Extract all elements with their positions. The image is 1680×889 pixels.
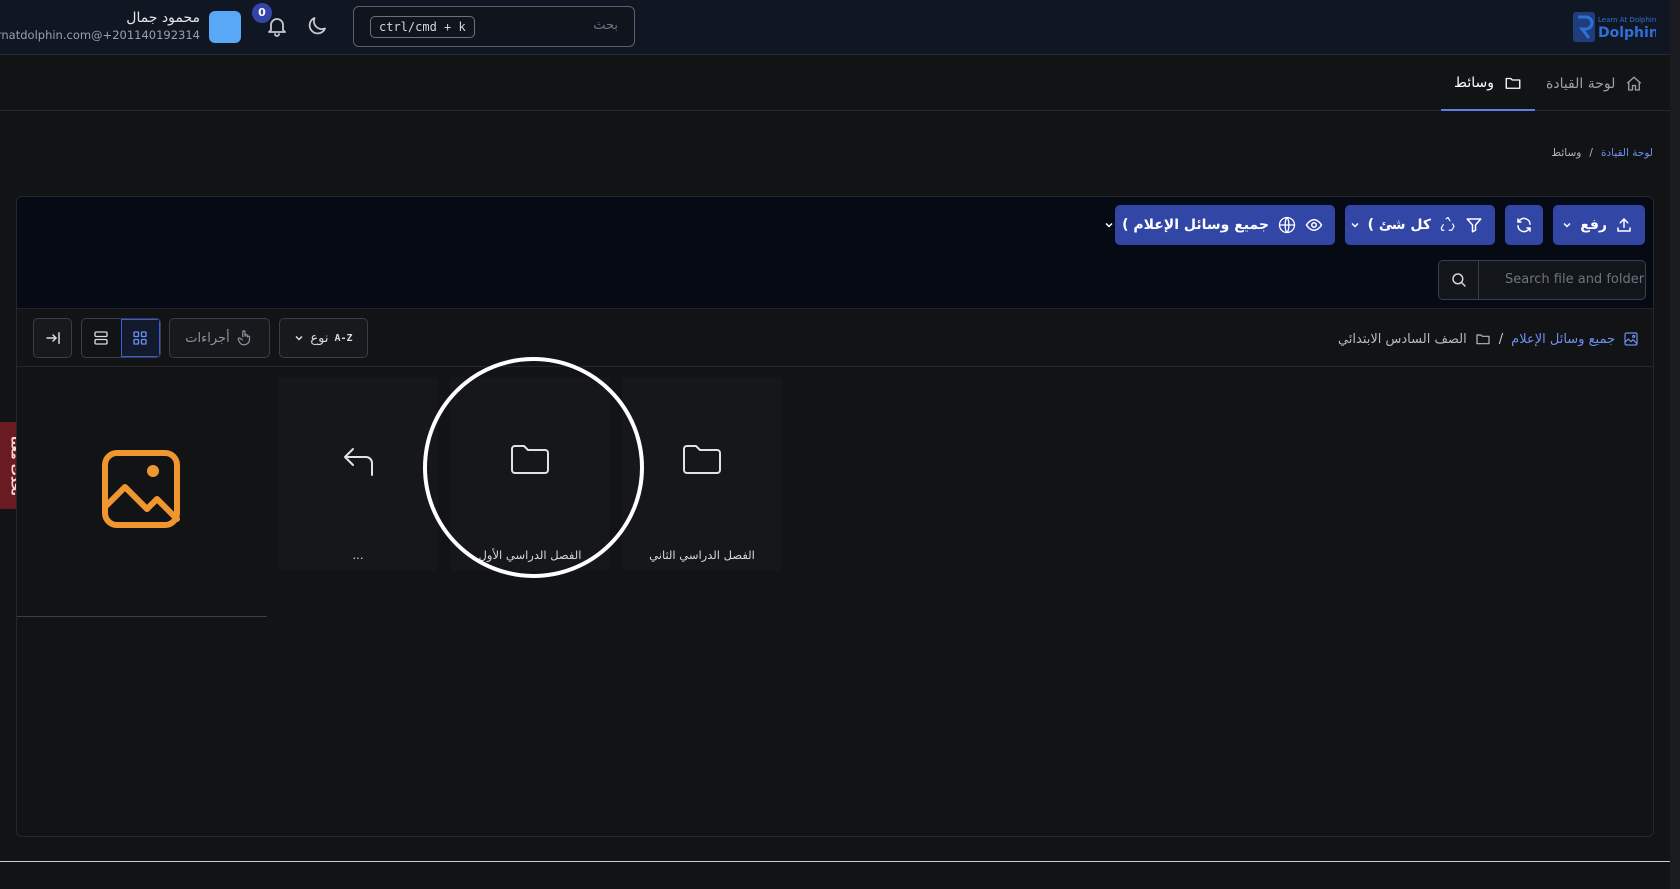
- sort-label: نوع: [310, 330, 329, 346]
- home-icon: [1625, 75, 1643, 93]
- visibility-label: جميع وسائل الإعلام ): [1122, 217, 1269, 233]
- media-panel: رفع كل شئ ) جميع وسائل الإعلام) Search …: [16, 196, 1654, 837]
- refresh-button[interactable]: [1505, 205, 1543, 245]
- media-toolbar: أجراءات A-Z نوع جميع وسائل الإعلام / الص…: [17, 309, 1653, 367]
- folder-icon: [680, 439, 724, 483]
- breadcrumb-separator: /: [1589, 147, 1593, 159]
- folder-card-back[interactable]: ...: [278, 377, 438, 571]
- upload-label: رفع: [1580, 217, 1607, 233]
- filter-button[interactable]: كل شئ ): [1345, 205, 1495, 245]
- path-root-link[interactable]: جميع وسائل الإعلام: [1511, 332, 1615, 347]
- user-contact: learnatdolphin.com@+201140192314: [0, 28, 200, 42]
- footer-divider: [0, 861, 1670, 862]
- logo-small-text: Learn At Dolphin: [1598, 16, 1656, 24]
- folder-card-first-semester[interactable]: الفصل الدراسي الأول: [450, 377, 610, 571]
- folder-card-label: ...: [352, 548, 364, 562]
- nav-tabs: لوحة القيادة وسائط: [0, 56, 1680, 111]
- folder-icon: [1504, 74, 1522, 92]
- user-name: محمود جمال: [126, 10, 200, 26]
- tab-media[interactable]: وسائط: [1441, 56, 1535, 111]
- folder-card-label: الفصل الدراسي الثاني: [649, 548, 755, 562]
- view-mode-toggle: [81, 318, 161, 358]
- path-current-folder: الصف السادس الابتدائي: [1337, 331, 1467, 347]
- list-view-icon[interactable]: [82, 319, 121, 357]
- file-search-input[interactable]: Search file and folder: [1438, 260, 1646, 300]
- back-arrow-icon: [336, 439, 380, 483]
- refresh-icon: [1515, 216, 1533, 234]
- globe-icon: [1277, 215, 1297, 235]
- path-separator: /: [1498, 331, 1504, 347]
- folder-card-second-semester[interactable]: الفصل الدراسي الثاني: [622, 377, 782, 571]
- logo[interactable]: Learn At Dolphin Dolphin: [1572, 11, 1656, 45]
- actions-label: أجراءات: [185, 330, 230, 346]
- tab-dashboard[interactable]: لوحة القيادة: [1546, 56, 1643, 111]
- chevron-down-icon: [294, 333, 304, 343]
- search-shortcut-hint: ctrl/cmd + k: [370, 16, 475, 38]
- arrow-to-line-icon: [44, 329, 62, 347]
- page-scrollbar[interactable]: [1670, 0, 1680, 889]
- search-placeholder: بحث: [593, 18, 618, 33]
- search-icon[interactable]: [1439, 261, 1479, 299]
- breadcrumb-link-dashboard[interactable]: لوحة القيادة: [1601, 147, 1653, 159]
- actions-button[interactable]: أجراءات: [169, 318, 270, 358]
- upload-button[interactable]: رفع: [1553, 205, 1645, 245]
- file-preview-pane: [17, 367, 267, 617]
- folder-card-label: الفصل الدراسي الأول: [478, 548, 582, 562]
- collapse-preview-button[interactable]: [33, 318, 72, 358]
- folder-icon: [1475, 331, 1491, 347]
- sort-badge: A-Z: [334, 332, 353, 344]
- image-icon: [1623, 331, 1639, 347]
- filter-label: كل شئ ): [1367, 217, 1431, 233]
- folder-path: جميع وسائل الإعلام / الصف السادس الابتدا…: [1338, 331, 1639, 347]
- tab-dashboard-label: لوحة القيادة: [1546, 75, 1616, 92]
- image-placeholder-icon: [101, 449, 181, 529]
- filter-icon: [1465, 216, 1483, 234]
- notification-count-badge: 0: [252, 3, 272, 23]
- avatar[interactable]: [209, 11, 241, 43]
- global-search[interactable]: ctrl/cmd + k بحث: [353, 6, 635, 47]
- breadcrumb: لوحة القيادة / وسائط: [1551, 147, 1653, 159]
- svg-text:Dolphin: Dolphin: [1598, 25, 1656, 41]
- tab-media-label: وسائط: [1454, 74, 1494, 91]
- folder-icon: [508, 439, 552, 483]
- media-panel-header: رفع كل شئ ) جميع وسائل الإعلام) Search …: [17, 197, 1653, 309]
- eye-icon: [1305, 216, 1323, 234]
- chevron-down-icon: [1350, 220, 1360, 230]
- file-search-placeholder: Search file and folder: [1505, 272, 1645, 287]
- chevron-down-icon: [1104, 220, 1114, 230]
- upload-icon: [1615, 216, 1633, 234]
- hand-pointer-icon: [236, 329, 254, 347]
- sort-button[interactable]: A-Z نوع: [279, 318, 368, 358]
- grid-view-icon[interactable]: [120, 319, 160, 357]
- recycle-icon: [1439, 216, 1457, 234]
- chevron-down-icon: [1562, 220, 1572, 230]
- dark-mode-toggle-icon[interactable]: [305, 14, 329, 38]
- top-bar: Learn At Dolphin Dolphin ctrl/cmd + k بح…: [0, 0, 1680, 55]
- visibility-button[interactable]: جميع وسائل الإعلام ): [1105, 205, 1335, 245]
- breadcrumb-current: وسائط: [1551, 147, 1582, 159]
